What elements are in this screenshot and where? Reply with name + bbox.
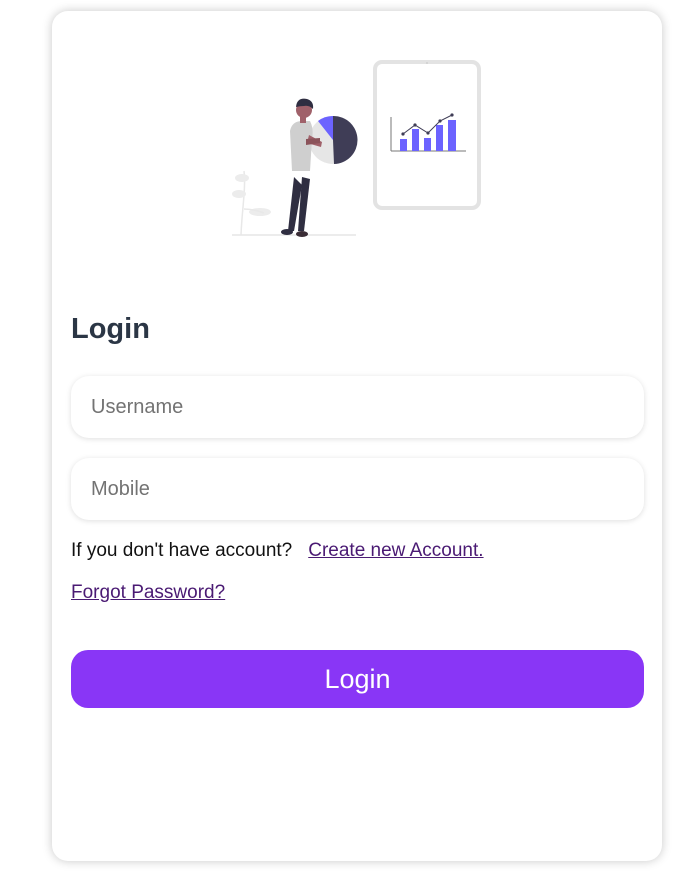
login-button[interactable]: Login	[71, 650, 644, 708]
chart-bar	[448, 120, 456, 151]
login-title: Login	[71, 313, 150, 345]
username-input[interactable]	[71, 376, 644, 438]
no-account-text: If you don't have account?	[71, 540, 293, 561]
signup-prompt: If you don't have account? Create new Acc…	[71, 540, 484, 562]
chart-bar	[400, 139, 407, 151]
create-account-link[interactable]: Create new Account.	[308, 540, 483, 561]
person-analytics-illustration	[232, 60, 481, 237]
mobile-input[interactable]	[71, 458, 644, 520]
forgot-password-link[interactable]: Forgot Password?	[71, 582, 225, 604]
chart-bar	[424, 138, 431, 151]
chart-bar	[412, 129, 419, 151]
login-card: Login If you don't have account? Create n…	[52, 11, 662, 861]
chart-bar	[436, 125, 443, 151]
